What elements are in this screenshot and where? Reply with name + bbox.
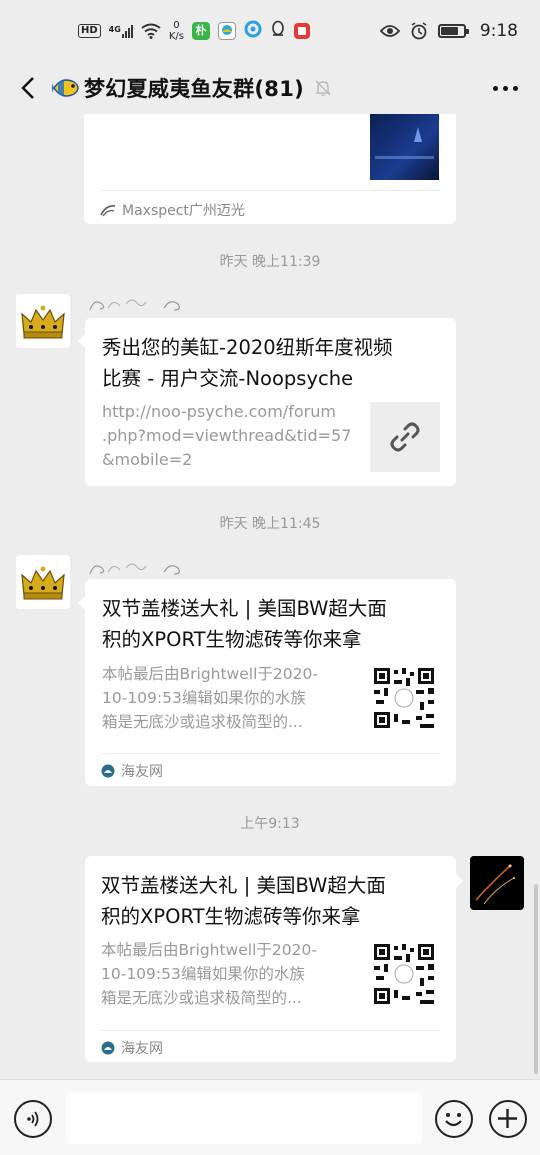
card-desc-line-1: http://noo-psyche.com/forum [102, 402, 336, 421]
signal-icon: 4G [108, 24, 133, 38]
red-app-icon [293, 23, 310, 39]
input-bar [0, 1079, 540, 1155]
card-source: 海友网 [101, 1038, 163, 1058]
crown-icon [16, 294, 70, 348]
status-bar: HD 4G 0 K/s 朴 9:18 [0, 0, 540, 62]
card-title-line-2: 积的XPORT生物滤砖等你来拿 [101, 905, 361, 928]
net-speed: 0 K/s [169, 20, 184, 42]
message-timestamp: 昨天 晚上11:39 [219, 254, 321, 270]
emoji-icon[interactable] [435, 1100, 473, 1138]
card-source: Maxspect广州迈光 [100, 200, 245, 220]
haiyou-logo-icon [101, 764, 115, 778]
qr-code-thumbnail [372, 666, 436, 730]
card-title-line-1: 秀出您的美缸-2020纽斯年度视频 [102, 336, 393, 359]
message-timestamp: 昨天 晚上11:45 [219, 516, 321, 532]
app-notification-icon-2 [217, 22, 236, 40]
card-title-line-2: 积的XPORT生物滤砖等你来拿 [102, 628, 362, 651]
plus-icon[interactable] [489, 1100, 527, 1138]
card-source-label: 海友网 [121, 764, 163, 780]
chat-header: 梦幻夏威夷鱼友群(81) [0, 62, 540, 114]
card-source-label: 海友网 [121, 1041, 163, 1057]
message-input[interactable] [66, 1092, 422, 1144]
mute-bell-icon [315, 80, 331, 96]
bubble-tail [78, 334, 85, 348]
hd-badge: HD [78, 24, 101, 38]
card-desc-line-1: 本帖最后由Brightwell于2020- [102, 665, 318, 683]
haiyou-logo-icon [101, 1041, 115, 1055]
card-desc-line-3: &mobile=2 [102, 450, 193, 469]
card-desc-line-2: 10-109:53编辑如果你的水族 [102, 689, 306, 707]
more-dots-icon[interactable] [493, 85, 518, 91]
crown-icon [16, 555, 70, 609]
card-source: 海友网 [101, 761, 163, 781]
wifi-icon [141, 23, 161, 39]
qr-code-thumbnail [372, 942, 436, 1006]
message-card-partial[interactable]: Maxspect广州迈光 [84, 114, 456, 224]
net-speed-value: 0 [173, 20, 180, 31]
self-avatar[interactable] [470, 856, 524, 910]
sender-nickname-decoration [89, 299, 180, 311]
link-icon [390, 422, 420, 452]
sender-nickname-decoration [89, 563, 180, 575]
card-source-label: Maxspect广州迈光 [122, 203, 245, 219]
card-thumbnail [370, 114, 439, 180]
link-message-card[interactable]: 秀出您的美缸-2020纽斯年度视频 比赛 - 用户交流-Noopsyche ht… [85, 318, 456, 486]
self-article-message-card[interactable]: 双节盖楼送大礼 | 美国BW超大面 积的XPORT生物滤砖等你来拿 本帖最后由B… [85, 856, 456, 1062]
bubble-tail [78, 596, 85, 610]
app-notification-icon: 朴 [191, 22, 210, 40]
message-timestamp: 上午9:13 [240, 816, 300, 832]
chat-title: 梦幻夏威夷鱼友群(81) [84, 77, 305, 101]
bubble-tail [456, 874, 463, 888]
scrollbar[interactable] [534, 884, 538, 1074]
self-avatar-image [470, 856, 524, 910]
card-desc-line-2: 10-109:53编辑如果你的水族 [101, 965, 305, 983]
card-desc-line-1: 本帖最后由Brightwell于2020- [101, 941, 317, 959]
card-desc-line-3: 箱是无底沙或追求极简型的... [102, 713, 303, 731]
card-desc-line-2: .php?mod=viewthread&tid=57 [102, 426, 352, 445]
sender-avatar[interactable] [16, 294, 70, 348]
card-desc-line-3: 箱是无底沙或追求极简型的... [101, 989, 302, 1007]
qq-icon [270, 20, 286, 42]
chat-title-group[interactable]: 梦幻夏威夷鱼友群(81) [52, 73, 332, 103]
maxspect-logo-icon [100, 205, 116, 217]
eye-icon [379, 25, 400, 37]
link-thumbnail [370, 402, 440, 472]
back-arrow-icon[interactable] [4, 64, 52, 112]
battery-icon [437, 24, 469, 38]
voice-icon[interactable] [14, 1100, 52, 1138]
card-title-line-1: 双节盖楼送大礼 | 美国BW超大面 [101, 874, 386, 897]
fish-icon [52, 79, 79, 97]
net-speed-unit: K/s [168, 31, 184, 42]
chat-message-list[interactable]: Maxspect广州迈光 昨天 晚上11:39 秀出您的美缸-2020纽斯年度视… [0, 114, 540, 1079]
status-time: 9:18 [479, 21, 518, 41]
card-title-line-1: 双节盖楼送大礼 | 美国BW超大面 [102, 597, 387, 620]
browser-icon [244, 20, 262, 42]
network-type: 4G [108, 24, 121, 34]
sender-avatar[interactable] [16, 555, 70, 609]
card-title-line-2: 比赛 - 用户交流-Noopsyche [102, 367, 354, 390]
article-message-card[interactable]: 双节盖楼送大礼 | 美国BW超大面 积的XPORT生物滤砖等你来拿 本帖最后由B… [85, 579, 456, 786]
alarm-icon [411, 22, 427, 40]
